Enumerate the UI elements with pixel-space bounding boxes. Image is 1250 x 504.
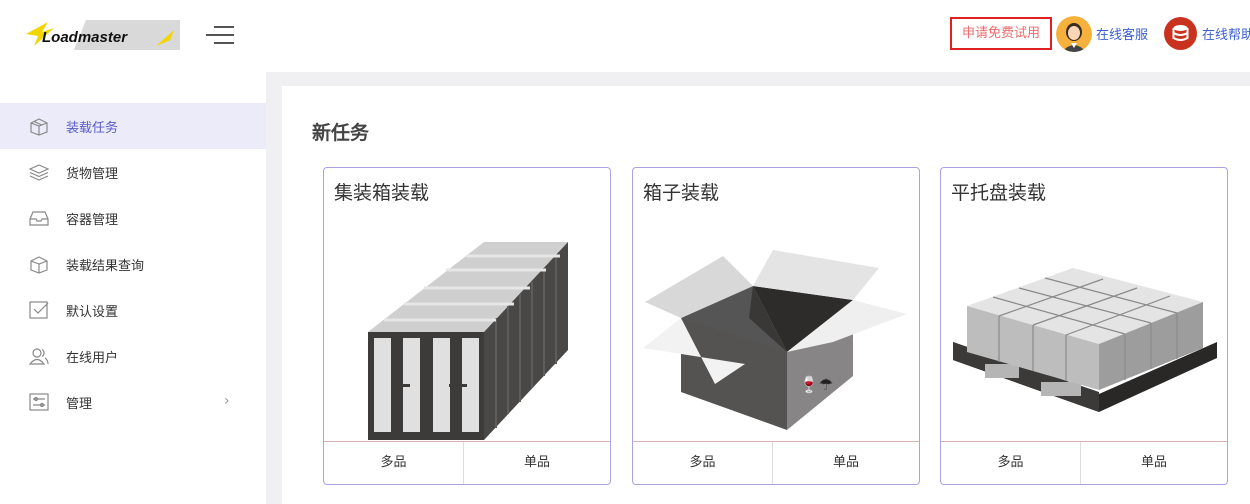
customer-service-link[interactable]: 在线客服	[1096, 24, 1148, 43]
single-item-button[interactable]: 单品	[773, 442, 919, 484]
settings-panel-icon	[28, 392, 50, 412]
multi-item-button[interactable]: 多品	[324, 442, 464, 484]
sidebar-item-label: 装载任务	[66, 121, 119, 136]
help-icon[interactable]	[1164, 17, 1197, 50]
sidebar-item-default-settings[interactable]: 默认设置	[0, 287, 266, 333]
single-item-button[interactable]: 单品	[464, 442, 610, 484]
sidebar-item-label: 装载结果查询	[66, 259, 145, 274]
sidebar-item-online-users[interactable]: 在线用户	[0, 333, 266, 379]
sidebar-item-label: 默认设置	[66, 305, 119, 320]
logo-text: Loadmaster	[42, 29, 128, 46]
tray-icon	[28, 208, 50, 228]
top-header: Loadmaster 申请免费试用 在线客服 在线帮助	[0, 0, 1250, 72]
checkbox-icon	[28, 300, 50, 320]
sidebar-item-cargo-management[interactable]: 货物管理	[0, 149, 266, 195]
chevron-right-icon: ›	[224, 393, 230, 409]
users-icon	[28, 346, 50, 366]
single-item-button[interactable]: 单品	[1081, 442, 1227, 484]
sidebar-item-label: 在线用户	[66, 351, 119, 366]
sidebar-item-label: 货物管理	[66, 167, 119, 182]
menu-toggle-icon[interactable]	[206, 26, 234, 46]
sidebar-item-loading-results[interactable]: 装载结果查询	[0, 241, 266, 287]
card-button-group: 多品 单品	[324, 441, 610, 484]
multi-item-button[interactable]: 多品	[941, 442, 1081, 484]
card-title: 平托盘装载	[951, 182, 1047, 204]
svg-text:🍷☂: 🍷☂	[799, 375, 833, 394]
sidebar-item-loading-tasks[interactable]: 装载任务	[0, 103, 266, 149]
box-search-icon	[28, 254, 50, 274]
sidebar-nav: 装载任务 货物管理 容器管理 装载结果查询 默认设置 在线用户 管理 ›	[0, 72, 266, 504]
customer-service-avatar-icon[interactable]	[1056, 16, 1092, 52]
card-button-group: 多品 单品	[941, 441, 1227, 484]
online-help-link[interactable]: 在线帮助	[1202, 24, 1250, 43]
card-title: 集装箱装载	[334, 182, 430, 204]
card-title: 箱子装载	[643, 182, 720, 204]
loadmaster-logo[interactable]: Loadmaster	[24, 18, 180, 52]
card-button-group: 多品 单品	[633, 441, 919, 484]
sidebar-item-label: 容器管理	[66, 213, 119, 228]
multi-item-button[interactable]: 多品	[633, 442, 773, 484]
shipping-container-image	[324, 218, 610, 442]
sidebar-item-container-management[interactable]: 容器管理	[0, 195, 266, 241]
layers-icon	[28, 162, 50, 182]
card-container-loading[interactable]: 集装箱装载 多品 单品	[323, 167, 611, 485]
main-content: 新任务 集装箱装载 多品 单品 箱子装载 🍷☂ 多品 单品 平托盘装载 多品 单…	[282, 86, 1250, 504]
box-icon	[28, 116, 50, 136]
free-trial-button[interactable]: 申请免费试用	[950, 17, 1052, 50]
open-box-image: 🍷☂	[633, 218, 919, 442]
page-title: 新任务	[312, 122, 370, 144]
card-box-loading[interactable]: 箱子装载 🍷☂ 多品 单品	[632, 167, 920, 485]
sidebar-item-admin[interactable]: 管理 ›	[0, 379, 266, 425]
sidebar-item-label: 管理	[66, 397, 93, 412]
card-pallet-loading[interactable]: 平托盘装载 多品 单品	[940, 167, 1228, 485]
pallet-image	[941, 218, 1227, 442]
